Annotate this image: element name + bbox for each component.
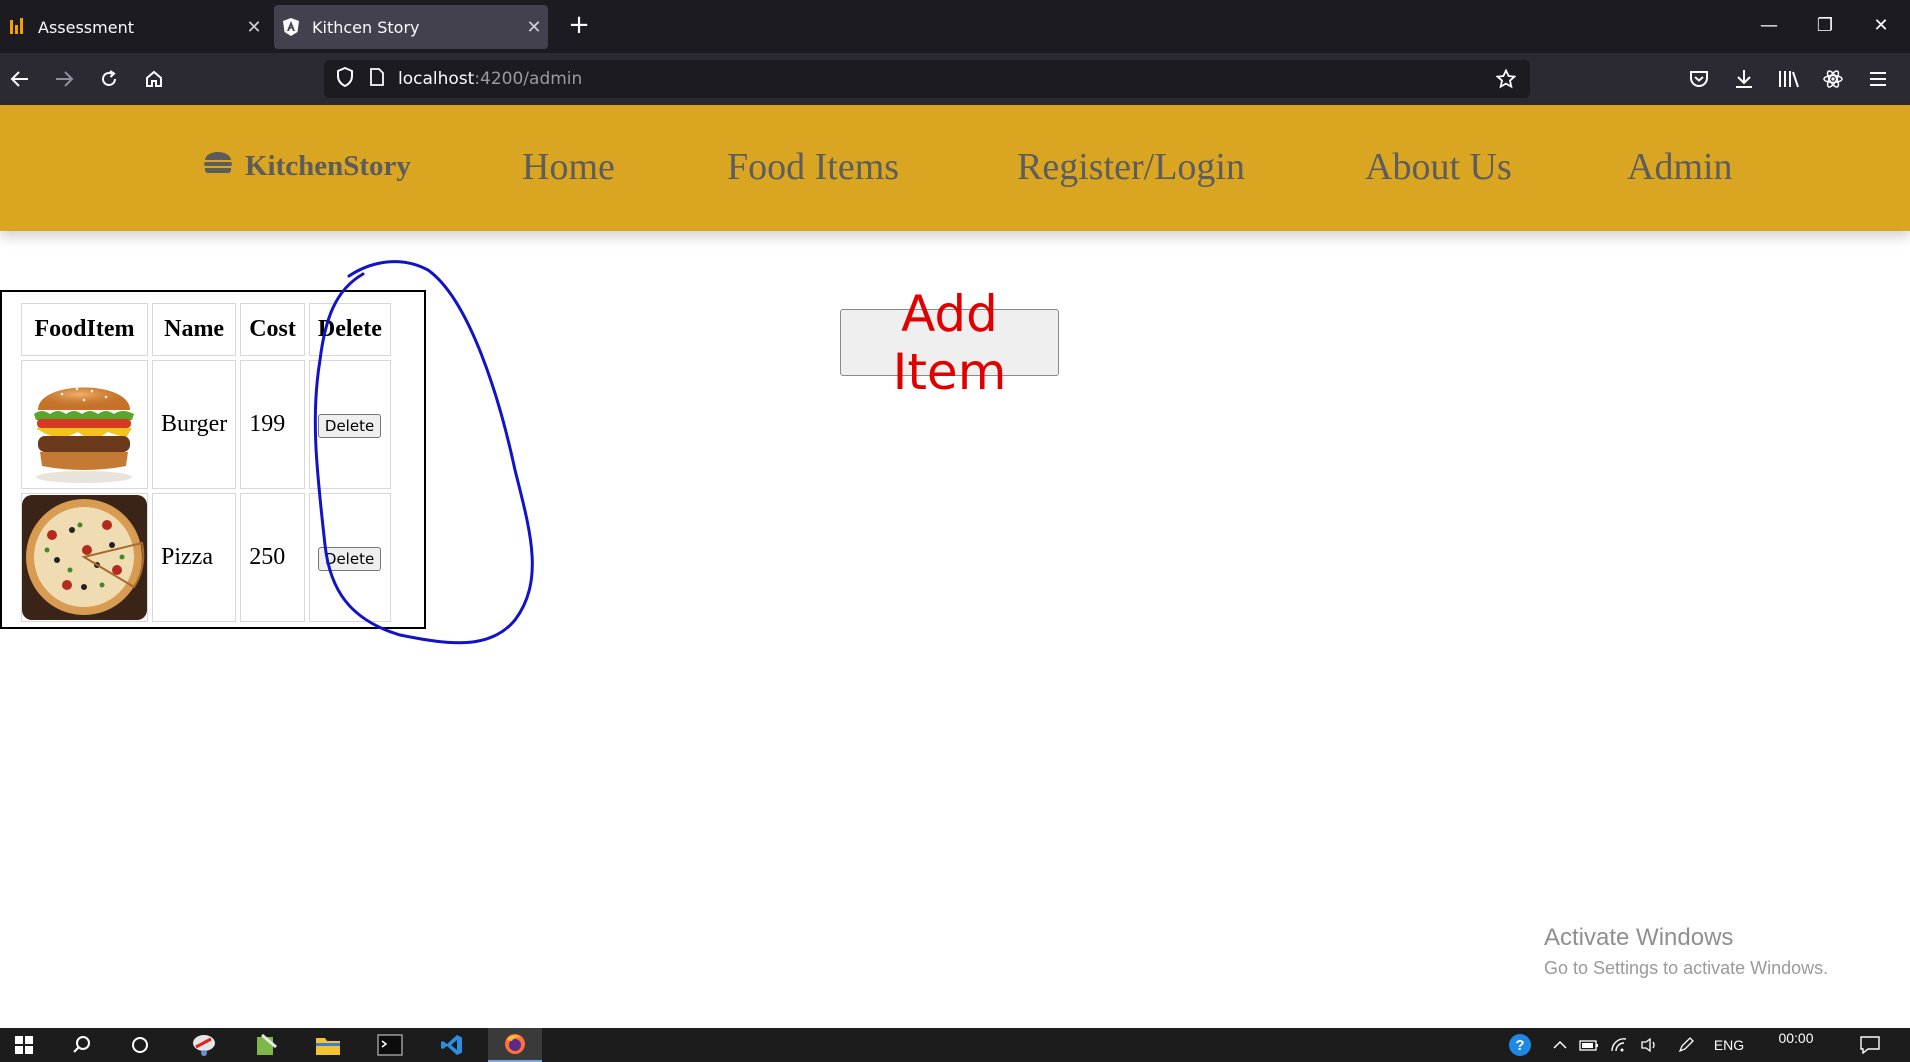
browser-tab-bar: Assessment ✕ Kithcen Story ✕ + — ❐ ✕ [0, 0, 1910, 53]
food-cost: 250 [240, 493, 305, 622]
table-row: Pizza 250 Delete [21, 493, 391, 622]
header-name: Name [152, 303, 237, 356]
language-indicator[interactable]: ENG [1706, 1028, 1752, 1062]
new-tab-icon[interactable]: + [565, 12, 593, 40]
reload-icon[interactable] [93, 63, 125, 95]
bookmark-star-icon[interactable] [1495, 68, 1517, 93]
app-header: KitchenStory Home Food Items Register/Lo… [0, 105, 1910, 231]
windows-start-icon[interactable] [0, 1028, 48, 1062]
volume-icon[interactable] [1636, 1028, 1662, 1062]
hamburger-food-icon [203, 150, 233, 183]
app-snipping-icon[interactable] [180, 1028, 228, 1062]
show-hidden-icons-icon[interactable] [1548, 1028, 1572, 1062]
food-name: Pizza [152, 493, 237, 622]
food-name: Burger [152, 360, 237, 489]
vscode-icon[interactable] [428, 1028, 476, 1062]
food-image-cell [21, 493, 148, 622]
food-cost: 199 [240, 360, 305, 489]
search-icon[interactable] [58, 1028, 106, 1062]
header-delete: Delete [308, 303, 391, 356]
nav-about-us[interactable]: About Us [1365, 145, 1512, 189]
delete-button[interactable]: Delete [317, 414, 382, 438]
minimize-icon[interactable]: — [1744, 10, 1794, 42]
back-icon[interactable] [4, 63, 36, 95]
nav-home[interactable]: Home [522, 145, 615, 189]
nav-admin[interactable]: Admin [1627, 145, 1733, 189]
react-devtools-icon[interactable] [1817, 63, 1849, 95]
delete-button[interactable]: Delete [317, 547, 382, 571]
add-item-button[interactable]: Add Item [840, 285, 1059, 401]
table-header-row: FoodItem Name Cost Delete [21, 303, 391, 356]
browser-nav-bar: localhost :4200/admin [0, 53, 1910, 105]
pizza-image [22, 495, 147, 620]
restore-icon[interactable]: ❐ [1800, 10, 1850, 42]
pocket-icon[interactable] [1683, 63, 1715, 95]
library-icon[interactable] [1773, 63, 1805, 95]
menu-icon[interactable] [1862, 63, 1894, 95]
close-window-icon[interactable]: ✕ [1856, 10, 1906, 42]
nav-register-login[interactable]: Register/Login [1017, 145, 1245, 189]
page-info-icon[interactable] [370, 68, 384, 90]
food-items-table-container: FoodItem Name Cost Delete Burger 199 Del… [0, 290, 426, 629]
home-icon[interactable] [138, 63, 170, 95]
tab-kitchen-story[interactable]: Kithcen Story ✕ [274, 5, 548, 49]
burger-image [22, 362, 147, 487]
wifi-icon[interactable] [1606, 1028, 1632, 1062]
brand-name: KitchenStory [245, 150, 411, 182]
app-notepad-icon[interactable] [242, 1028, 290, 1062]
windows-taskbar: ? ENG 00:00 [0, 1028, 1910, 1062]
pen-icon[interactable] [1672, 1028, 1700, 1062]
notifications-icon[interactable] [1852, 1028, 1888, 1062]
activate-windows-title: Activate Windows [1544, 924, 1734, 951]
help-icon[interactable]: ? [1500, 1028, 1540, 1062]
terminal-icon[interactable] [366, 1028, 414, 1062]
url-bar[interactable]: localhost :4200/admin [324, 60, 1530, 98]
assessment-favicon-icon [8, 18, 26, 36]
close-tab-icon[interactable]: ✕ [240, 17, 268, 38]
file-explorer-icon[interactable] [304, 1028, 352, 1062]
close-tab-icon[interactable]: ✕ [520, 17, 548, 38]
clock[interactable]: 00:00 [1760, 1028, 1832, 1062]
food-image-cell [21, 360, 148, 489]
tab-title: Kithcen Story [312, 17, 420, 37]
firefox-icon[interactable] [488, 1028, 542, 1062]
tab-assessment[interactable]: Assessment ✕ [0, 5, 268, 49]
brand-logo[interactable]: KitchenStory [203, 150, 411, 183]
activate-windows-subtitle: Go to Settings to activate Windows. [1544, 958, 1829, 978]
battery-icon[interactable] [1576, 1028, 1602, 1062]
shield-icon[interactable] [336, 66, 354, 91]
food-items-table: FoodItem Name Cost Delete Burger 199 Del… [17, 299, 395, 626]
angular-favicon-icon [282, 18, 300, 36]
url-host: localhost [398, 69, 475, 89]
delete-cell: Delete [308, 360, 391, 489]
table-row: Burger 199 Delete [21, 360, 391, 489]
svg-text:?: ? [1515, 1037, 1524, 1054]
tab-title: Assessment [38, 17, 134, 37]
downloads-icon[interactable] [1728, 63, 1760, 95]
header-cost: Cost [240, 303, 305, 356]
header-fooditem: FoodItem [21, 303, 148, 356]
delete-cell: Delete [308, 493, 391, 622]
forward-icon[interactable] [48, 63, 80, 95]
nav-food-items[interactable]: Food Items [727, 145, 899, 189]
cortana-icon[interactable] [116, 1028, 164, 1062]
screen: Assessment ✕ Kithcen Story ✕ + — ❐ ✕ loc… [0, 0, 1910, 1062]
url-path: :4200/admin [474, 69, 583, 89]
